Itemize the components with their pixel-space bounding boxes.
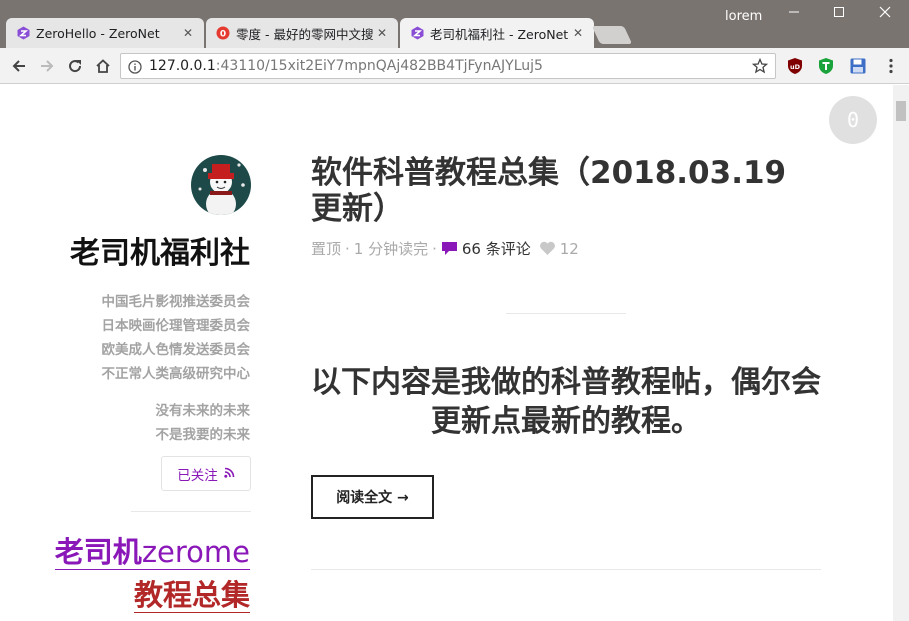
pinned-label: 置顶 [311,240,342,258]
zeronet-icon [410,26,424,40]
tagline: 不正常人类高级研究中心 [101,366,251,382]
avatar[interactable] [191,155,251,215]
site-title[interactable]: 老司机福利社 [70,228,250,272]
tab-laosiji[interactable]: 老司机福利社 - ZeroNet ✕ [400,18,594,48]
heart-icon[interactable] [539,241,556,256]
tab-close-icon[interactable]: ✕ [570,26,586,40]
tagline: 欧美成人色情发送委员会 [101,342,251,358]
tab-zerohello[interactable]: ZeroHello - ZeroNet ✕ [6,18,204,48]
forward-arrow-icon[interactable] [36,55,58,77]
tagline: 不是我要的未来 [155,427,251,443]
promo-en-text: zerome [141,535,250,569]
minimize-icon[interactable] [771,6,817,26]
tab-title: ZeroHello - ZeroNet [36,25,160,41]
scrollbar-thumb[interactable] [896,101,906,121]
new-tab-button[interactable] [591,26,633,44]
svg-text:uD: uD [790,63,801,71]
post-divider [506,313,626,314]
home-icon[interactable] [92,55,114,77]
promo-link-tutorials[interactable]: 教程总集 [133,578,250,613]
info-icon[interactable] [128,59,142,78]
comment-count[interactable]: 66 条评论 [462,238,531,259]
tagline: 中国毛片影视推送委员会 [101,294,251,310]
adguard-shield-icon[interactable] [817,57,835,75]
page-content: 0 老司机福利社 中国毛片影视推送委员会 日本映画伦理管理委员会 欧美成人色情发… [0,85,893,621]
promo-cn-text: 老司机 [54,535,142,569]
promo-link-zerome[interactable]: 老司机zerome [54,535,250,570]
post-excerpt: 以下内容是我做的科普教程帖，偶尔会更新点最新的教程。 [311,365,821,439]
post-title[interactable]: 软件科普教程总集（2018.03.19更新） [311,155,811,227]
tab-title: 老司机福利社 - ZeroNet [430,26,569,42]
browser-toolbar: 127.0.0.1:43110/15xit2EiY7mpnQAj482BB4Tj… [0,48,909,84]
bookmark-star-icon[interactable] [751,57,769,78]
ublock-icon[interactable]: uD [786,57,804,75]
close-window-icon[interactable] [862,6,908,26]
comment-icon [441,241,458,256]
zeronet-icon [16,26,30,40]
maximize-icon[interactable] [816,6,862,26]
profile-name[interactable]: lorem [725,9,762,24]
tab-close-icon[interactable]: ✕ [374,26,390,40]
read-time: 1 分钟读完 [353,240,429,258]
post-bottom-divider [311,569,821,570]
chrome-menu-icon[interactable] [882,57,900,75]
reload-icon[interactable] [64,55,86,77]
scrollbar[interactable] [893,85,909,621]
post-meta: 置顶 · 1 分钟读完 · 66 条评论 12 [311,238,579,259]
tagline: 日本映画伦理管理委员会 [101,318,251,334]
address-url[interactable]: 127.0.0.1:43110/15xit2EiY7mpnQAj482BB4Tj… [149,58,543,74]
window-title-bar: ZeroHello - ZeroNet ✕ 0 零度 - 最好的零网中文搜 ✕ … [0,0,909,48]
tab-zerodu[interactable]: 0 零度 - 最好的零网中文搜 ✕ [206,18,398,48]
tab-close-icon[interactable]: ✕ [180,26,196,40]
zerodu-icon: 0 [216,26,230,40]
svg-text:0: 0 [220,30,226,40]
like-count: 12 [559,239,579,258]
save-floppy-icon[interactable] [849,57,867,75]
read-more-button[interactable]: 阅读全文 → [311,475,434,519]
back-arrow-icon[interactable] [8,55,30,77]
sidebar-divider [131,511,251,512]
notification-badge[interactable]: 0 [829,96,877,144]
follow-label: 已关注 [177,467,218,484]
tagline: 没有未来的未来 [155,403,251,419]
rss-icon [224,466,235,482]
url-host: 127.0.0.1 [149,58,216,74]
meta-separator: · [432,239,437,258]
meta-separator: · [345,239,350,258]
follow-button[interactable]: 已关注 [161,456,251,491]
address-bar[interactable]: 127.0.0.1:43110/15xit2EiY7mpnQAj482BB4Tj… [120,53,776,79]
url-path: :43110/15xit2EiY7mpnQAj482BB4TjFynAJYLuj… [215,58,543,74]
tab-title: 零度 - 最好的零网中文搜 [236,26,374,42]
